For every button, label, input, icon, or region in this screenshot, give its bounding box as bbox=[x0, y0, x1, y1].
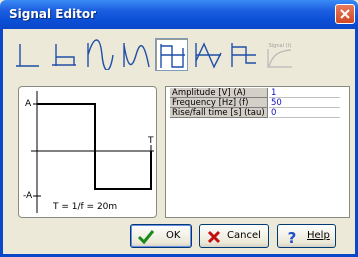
amplitude-top-label: A bbox=[25, 99, 32, 109]
pulse-signal-button[interactable] bbox=[47, 38, 80, 71]
close-button[interactable] bbox=[335, 4, 355, 24]
pwm-signal-icon bbox=[231, 43, 256, 67]
ok-button[interactable]: OK bbox=[130, 224, 192, 248]
pulse-signal-icon bbox=[52, 44, 76, 66]
param-name: Amplitude [V] (A) bbox=[170, 88, 268, 98]
sine-inverted-signal-icon bbox=[123, 43, 150, 68]
param-value-field[interactable]: 50 bbox=[269, 98, 340, 108]
step-signal-icon bbox=[16, 44, 39, 67]
triangle-signal-icon bbox=[195, 42, 222, 69]
ok-button-label: OK bbox=[166, 230, 181, 241]
period-marker-label: T bbox=[148, 136, 154, 146]
pwm-signal-button[interactable] bbox=[227, 38, 260, 71]
param-value-field[interactable]: 1 bbox=[269, 88, 340, 98]
square-signal-button[interactable] bbox=[155, 38, 188, 71]
sine-inverted-signal-button[interactable] bbox=[119, 38, 152, 71]
square-signal-icon bbox=[160, 44, 185, 68]
checkmark-icon bbox=[137, 230, 155, 245]
cancel-x-icon bbox=[207, 230, 221, 244]
sine-signal-button[interactable] bbox=[83, 38, 116, 71]
svg-text:?: ? bbox=[288, 229, 297, 245]
step-signal-button[interactable] bbox=[11, 38, 44, 71]
question-mark-icon: ? bbox=[288, 229, 297, 245]
sine-signal-icon bbox=[87, 39, 114, 70]
cancel-button[interactable]: Cancel bbox=[199, 224, 269, 248]
custom-signal-label: Signal (t) bbox=[269, 43, 292, 49]
period-formula-label: T = 1/f = 20m bbox=[53, 202, 118, 212]
window-title: Signal Editor bbox=[9, 7, 97, 21]
square-waveform-graph bbox=[31, 91, 154, 213]
custom-signal-button[interactable]: Signal (t) bbox=[263, 38, 296, 71]
param-value-field[interactable]: 0 bbox=[269, 108, 340, 118]
parameters-table: Amplitude [V] (A) 1 Frequency [Hz] (f) 5… bbox=[165, 86, 350, 218]
cancel-button-label: Cancel bbox=[227, 230, 261, 241]
param-name: Frequency [Hz] (f) bbox=[170, 98, 268, 108]
title-bar[interactable]: Signal Editor bbox=[0, 0, 358, 29]
custom-signal-icon: Signal (t) bbox=[267, 43, 292, 68]
amplitude-bottom-label: -A bbox=[23, 191, 33, 201]
help-button[interactable]: ? Help bbox=[277, 224, 336, 248]
window-frame-left bbox=[0, 29, 3, 257]
help-button-label: Help bbox=[307, 230, 330, 241]
param-row-rise-fall-time[interactable]: Rise/fall time [s] (tau) 0 bbox=[168, 108, 340, 119]
param-name: Rise/fall time [s] (tau) bbox=[170, 108, 268, 118]
waveform-preview: A -A T T = 1/f = 20m bbox=[18, 86, 157, 218]
close-icon bbox=[340, 9, 350, 19]
triangle-signal-button[interactable] bbox=[191, 38, 224, 71]
